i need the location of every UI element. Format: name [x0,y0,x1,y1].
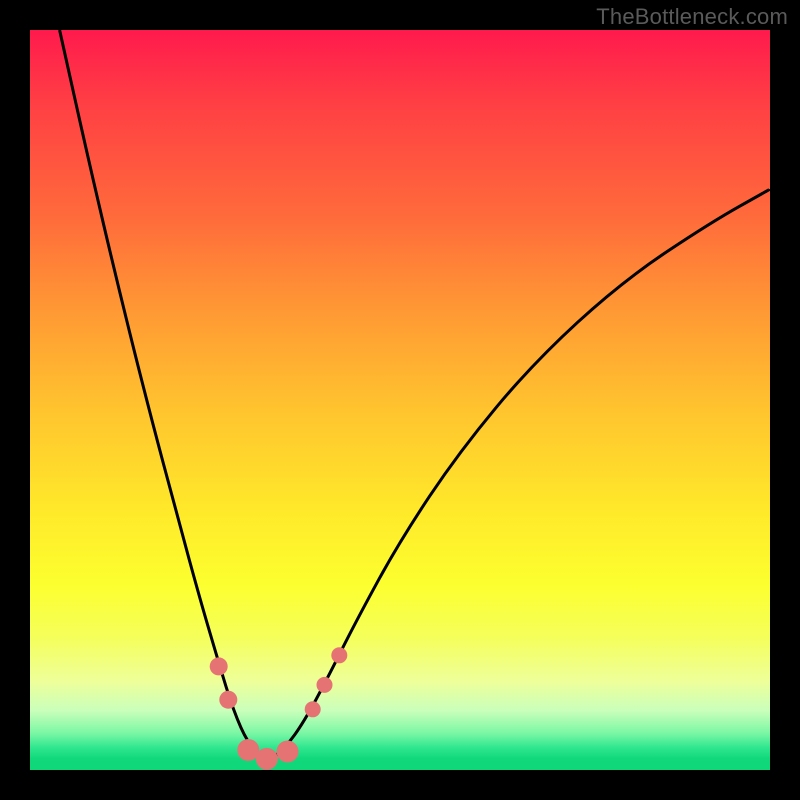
marker-right-upper [331,647,347,663]
marker-right-lower [305,701,321,717]
marker-right-mid [317,677,333,693]
marker-left-upper [210,657,228,675]
chart-frame: TheBottleneck.com [0,0,800,800]
chart-svg [30,30,770,770]
watermark-text: TheBottleneck.com [596,4,788,30]
plot-area [30,30,770,770]
markers-group [210,647,348,770]
bottleneck-curve [60,30,770,758]
marker-valley-right [277,741,299,763]
marker-valley-mid [256,748,278,770]
marker-left-lower [219,691,237,709]
